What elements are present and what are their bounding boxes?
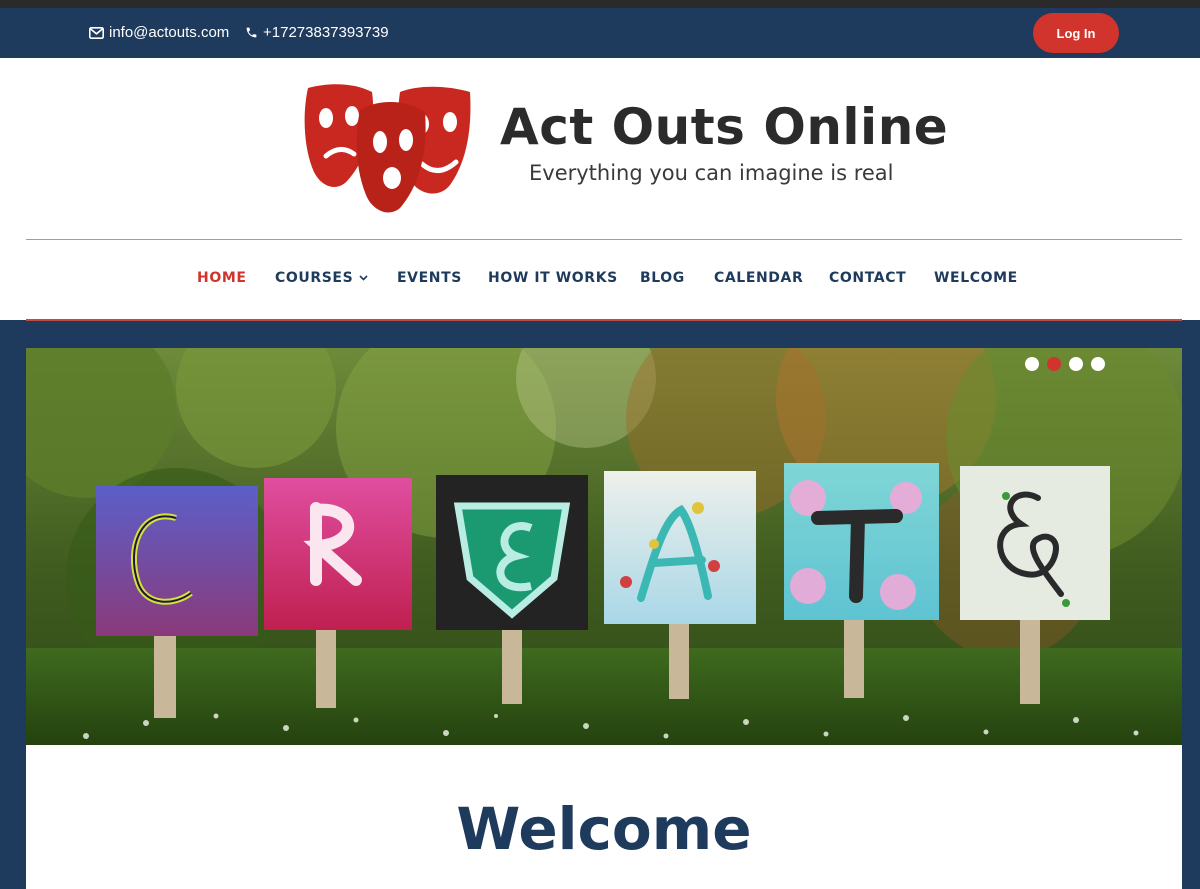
browser-top-edge (0, 0, 1200, 8)
nav-item-calendar[interactable]: CALENDAR (714, 270, 803, 286)
chevron-down-icon (359, 275, 368, 281)
top-bar: info@actouts.com +17273837393739 Log In (0, 8, 1200, 58)
slider-dot-4[interactable] (1091, 357, 1105, 371)
nav-item-contact[interactable]: CONTACT (829, 270, 906, 286)
slider-dot-2[interactable] (1047, 357, 1061, 371)
nav-item-courses[interactable]: COURSES (275, 270, 368, 286)
hero-slider[interactable] (26, 348, 1182, 745)
login-button[interactable]: Log In (1033, 13, 1119, 53)
nav-divider (26, 319, 1182, 321)
theater-masks-logo[interactable] (300, 80, 475, 215)
email-text: info@actouts.com (109, 24, 230, 41)
welcome-section: Welcome (26, 745, 1182, 889)
envelope-icon (89, 26, 104, 39)
nav-item-label: HOW IT WORKS (488, 270, 618, 286)
nav-item-events[interactable]: EVENTS (397, 270, 462, 286)
site-header: Act Outs Online Everything you can imagi… (0, 58, 1200, 321)
slider-dot-3[interactable] (1069, 357, 1083, 371)
welcome-heading: Welcome (456, 795, 752, 863)
nav-item-home[interactable]: HOME (197, 270, 247, 286)
hero-image (26, 348, 1182, 745)
nav-item-label: CONTACT (829, 270, 907, 286)
email-link[interactable]: info@actouts.com (89, 24, 229, 41)
main-navigation: HOME COURSES EVENTS HOW IT WORKS BLOG CA… (0, 270, 1200, 292)
site-title[interactable]: Act Outs Online (500, 98, 948, 156)
nav-item-label: CALENDAR (714, 270, 804, 286)
phone-icon (246, 27, 257, 38)
nav-item-label: WELCOME (934, 270, 1018, 286)
nav-item-label: EVENTS (397, 270, 462, 286)
phone-text: +17273837393739 (263, 24, 389, 41)
header-divider (26, 239, 1182, 240)
nav-item-label: HOME (197, 270, 247, 286)
nav-item-how-it-works[interactable]: HOW IT WORKS (488, 270, 618, 286)
nav-item-label: COURSES (275, 270, 354, 286)
slider-pagination (1025, 357, 1105, 371)
nav-item-blog[interactable]: BLOG (640, 270, 685, 286)
site-tagline: Everything you can imagine is real (529, 161, 894, 185)
nav-item-welcome[interactable]: WELCOME (934, 270, 1018, 286)
phone-link[interactable]: +17273837393739 (245, 24, 389, 41)
nav-item-label: BLOG (640, 270, 685, 286)
slider-dot-1[interactable] (1025, 357, 1039, 371)
